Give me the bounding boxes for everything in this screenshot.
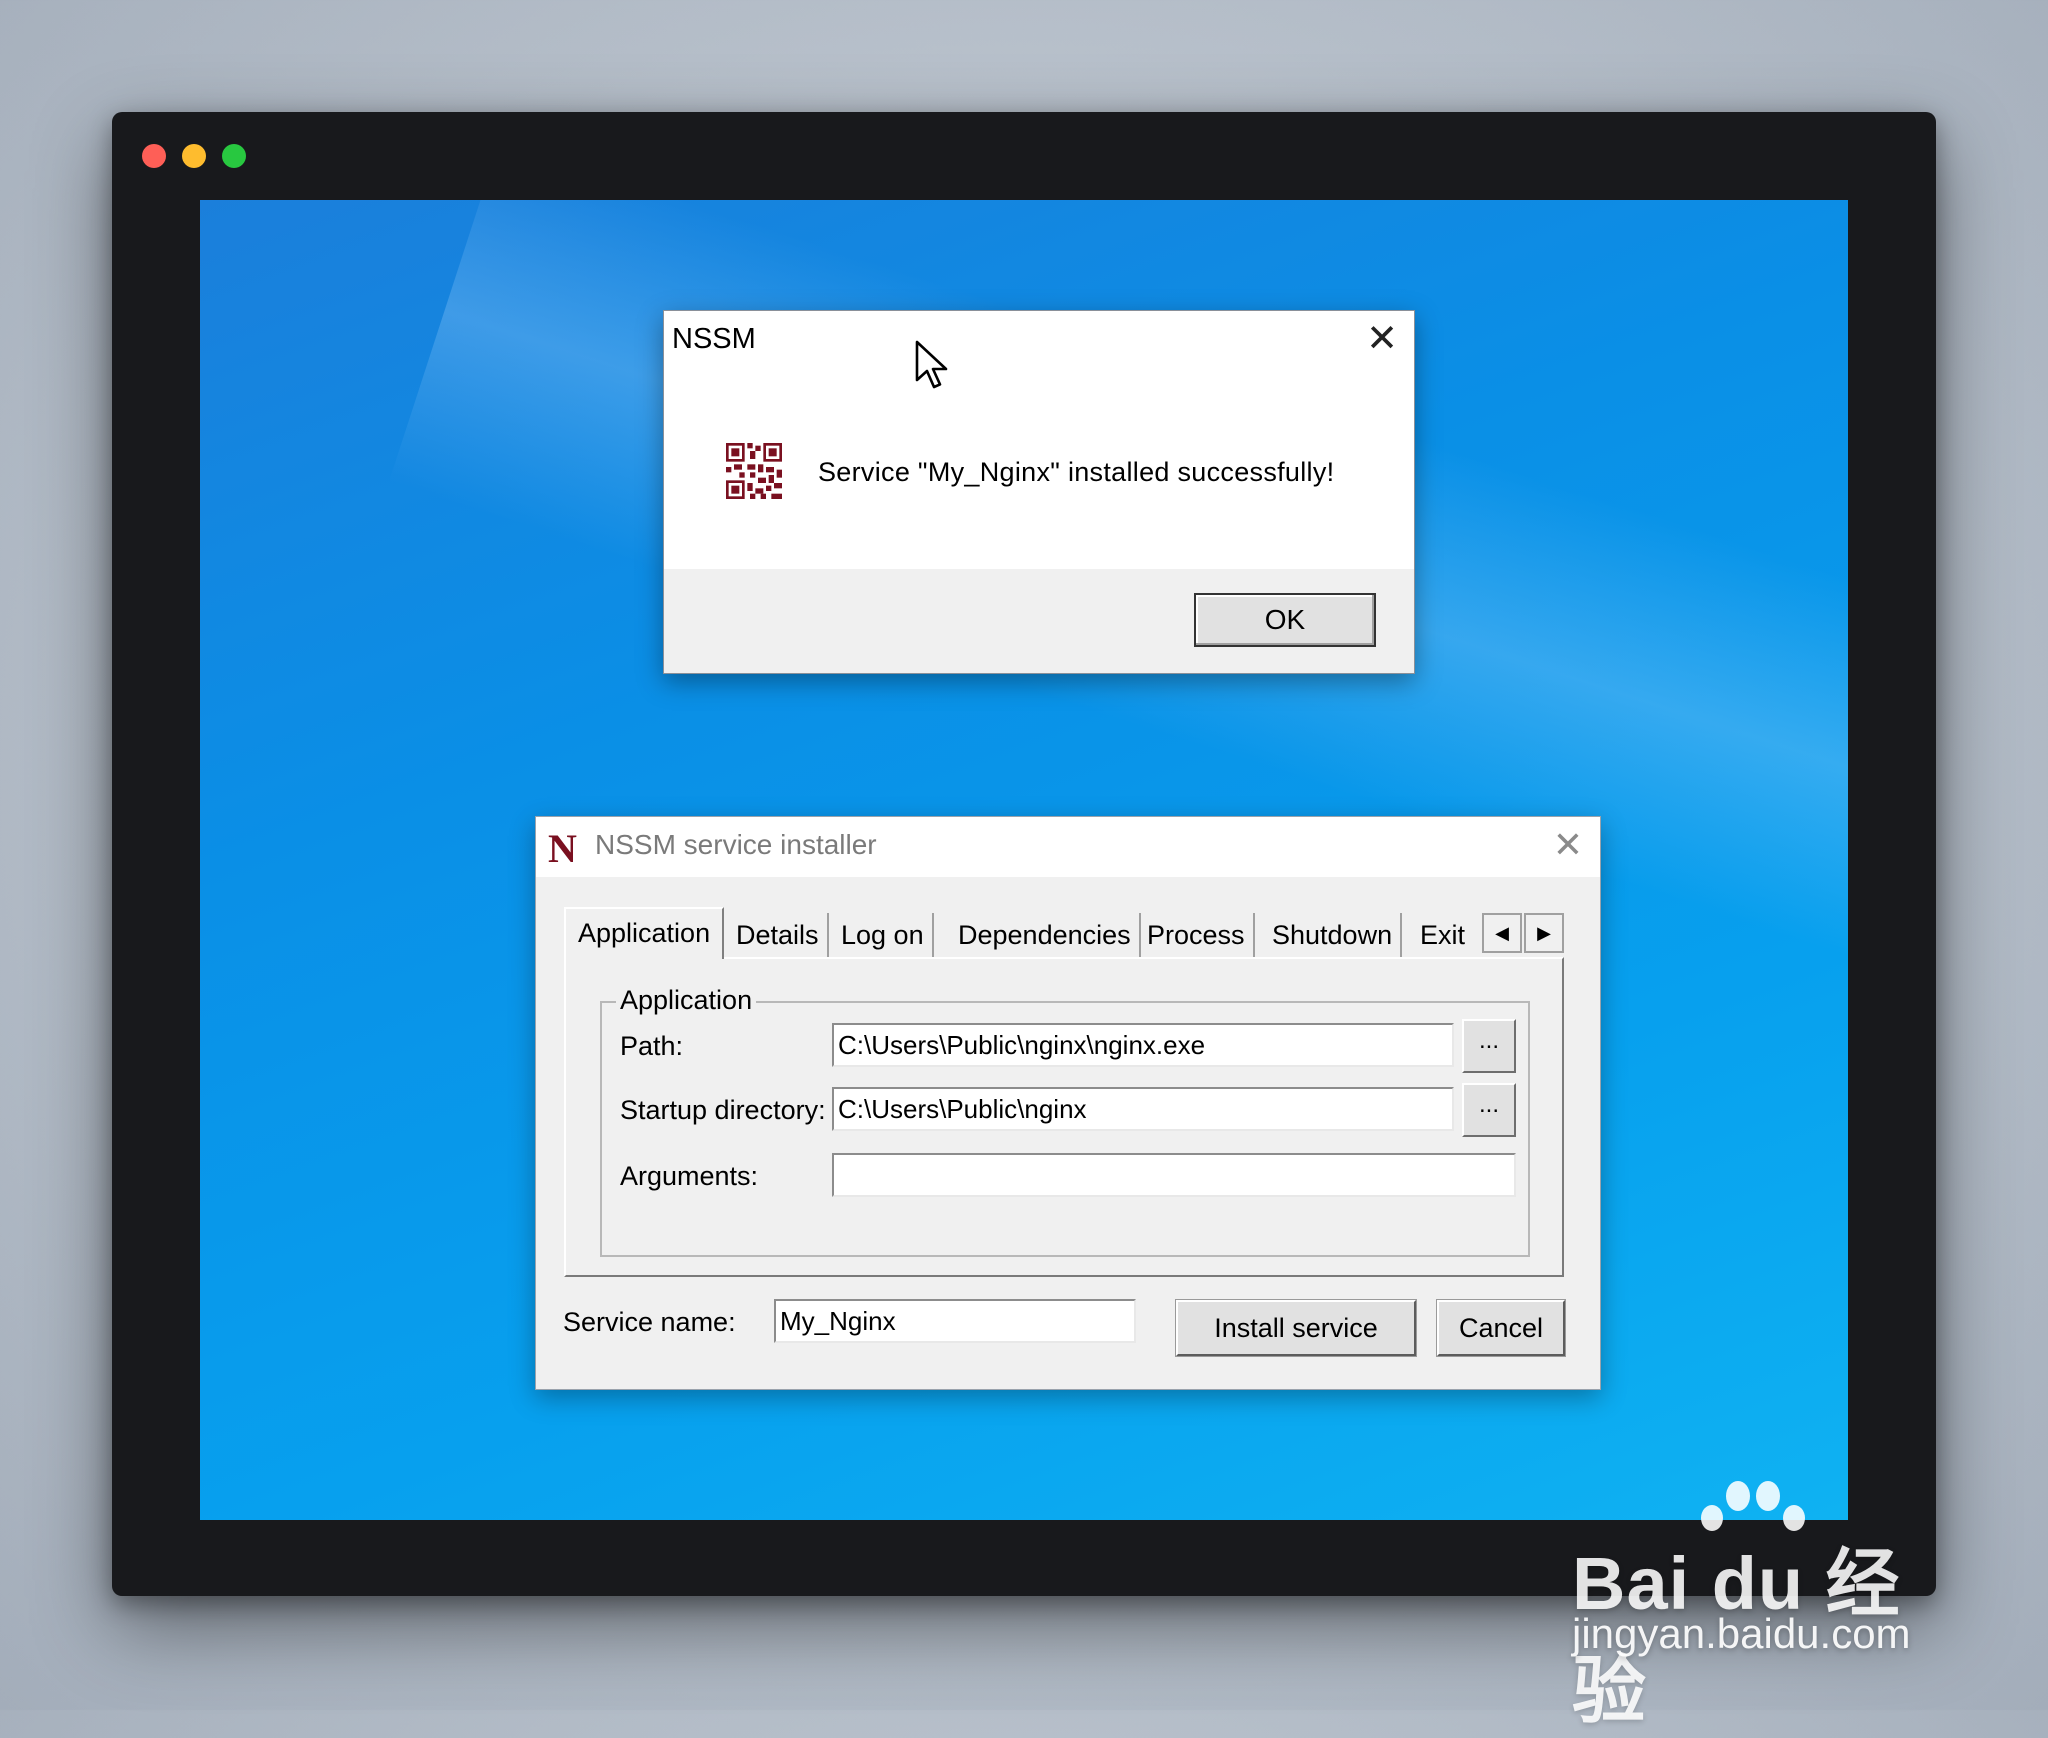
- tab-scroll-left-icon[interactable]: ◀: [1482, 913, 1522, 953]
- tab-shutdown[interactable]: Shutdown: [1264, 913, 1403, 957]
- watermark-url: jingyan.baidu.com: [1572, 1610, 1911, 1657]
- startup-directory-input[interactable]: C:\Users\Public\nginx: [832, 1087, 1454, 1131]
- tab-scroll-right-icon[interactable]: ▶: [1524, 913, 1564, 953]
- service-name-label: Service name:: [563, 1307, 736, 1337]
- arguments-label: Arguments:: [620, 1161, 759, 1191]
- application-tab-panel: Application Path: C:\Users\Public\nginx\…: [564, 957, 1564, 1277]
- tab-process[interactable]: Process: [1139, 913, 1255, 957]
- tab-application[interactable]: Application: [564, 907, 725, 959]
- baidu-jingyan-watermark: Bai du 经验 jingyan.baidu.com: [1572, 1478, 1942, 1732]
- service-name-input[interactable]: My_Nginx: [774, 1299, 1136, 1343]
- qr-code-icon: [726, 443, 782, 499]
- installer-close-icon[interactable]: ✕: [1550, 825, 1586, 865]
- startup-directory-label: Startup directory:: [620, 1095, 826, 1125]
- path-label: Path:: [620, 1031, 684, 1061]
- success-message-box: NSSM ✕ Service "My_Nginx" installed succ…: [663, 310, 1415, 674]
- message-box-title: NSSM: [672, 323, 756, 355]
- path-input[interactable]: C:\Users\Public\nginx\nginx.exe: [832, 1023, 1454, 1067]
- installer-titlebar: N NSSM service installer ✕: [536, 817, 1600, 877]
- window-minimize-dot[interactable]: [182, 144, 206, 168]
- application-groupbox: Application Path: C:\Users\Public\nginx\…: [600, 985, 1530, 1257]
- tab-dependencies[interactable]: Dependencies: [950, 913, 1141, 957]
- startup-directory-browse-button[interactable]: ...: [1462, 1083, 1516, 1137]
- tab-details[interactable]: Details: [728, 913, 829, 957]
- message-box-footer: OK: [664, 569, 1414, 673]
- arguments-input[interactable]: [832, 1153, 1516, 1197]
- mouse-pointer-icon: [915, 340, 948, 389]
- message-box-close-icon[interactable]: ✕: [1364, 320, 1400, 358]
- ok-button[interactable]: OK: [1194, 593, 1376, 647]
- window-zoom-dot[interactable]: [222, 144, 246, 168]
- tab-strip: Application Details Log on Dependencies …: [564, 907, 1564, 959]
- path-browse-button[interactable]: ...: [1462, 1019, 1516, 1073]
- nssm-installer-dialog: N NSSM service installer ✕ Application D…: [535, 816, 1601, 1390]
- window-close-dot[interactable]: [142, 144, 166, 168]
- success-message-text: Service "My_Nginx" installed successfull…: [818, 457, 1335, 487]
- application-group-title: Application: [616, 985, 757, 1016]
- tab-exit[interactable]: Exit: [1412, 913, 1473, 957]
- install-service-button[interactable]: Install service: [1175, 1299, 1417, 1357]
- installer-title: NSSM service installer: [595, 829, 877, 860]
- cancel-button[interactable]: Cancel: [1436, 1299, 1566, 1357]
- tab-log-on[interactable]: Log on: [833, 913, 934, 957]
- nssm-app-icon: N: [548, 826, 577, 871]
